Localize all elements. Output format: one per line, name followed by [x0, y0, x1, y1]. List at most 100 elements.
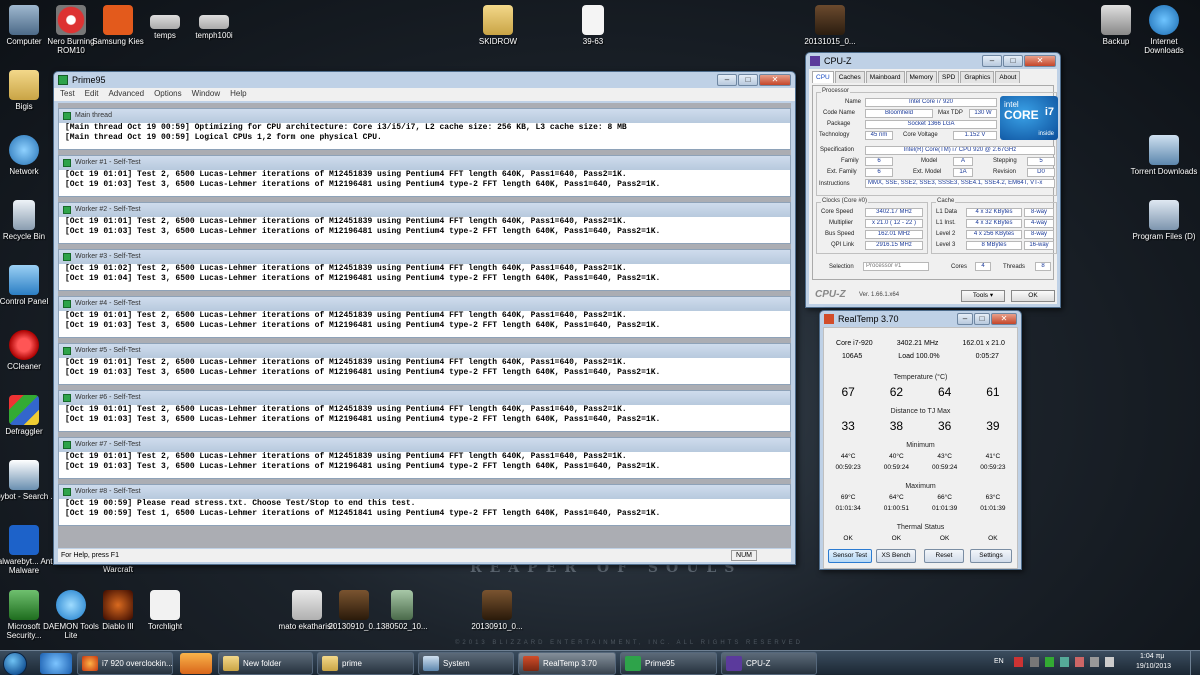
menu-help[interactable]: Help: [230, 89, 246, 100]
desktop-icon-20131015[interactable]: 20131015_0...: [796, 5, 864, 46]
prime95-window[interactable]: Prime95 – □ ✕ Test Edit Advanced Options…: [53, 71, 796, 565]
worker-3-pane[interactable]: Worker #3 - Self-Test [Oct 19 01:02] Tes…: [58, 249, 791, 291]
realtemp-icon: [824, 314, 834, 324]
taskbar-system[interactable]: System: [418, 652, 514, 675]
tray-icon[interactable]: [1075, 657, 1084, 667]
cpuz-window[interactable]: CPU-Z – □ ✕ CPU Caches Mainboard Memory …: [805, 52, 1061, 308]
menu-window[interactable]: Window: [192, 89, 220, 100]
desktop-icon-program-files[interactable]: Program Files (D): [1130, 200, 1198, 241]
desktop-icon-ccleaner[interactable]: CCleaner: [0, 330, 58, 371]
clocks-group: Clocks (Core #0) Core Speed 3402.17 MHz …: [816, 198, 928, 254]
desktop-icon-1380502[interactable]: 1380502_10...: [368, 590, 436, 631]
worker-6-pane[interactable]: Worker #6 - Self-Test [Oct 19 01:01] Tes…: [58, 390, 791, 432]
desktop-icon-defraggler[interactable]: Defraggler: [0, 395, 58, 436]
show-desktop-button[interactable]: [1190, 651, 1200, 675]
desktop-icon-temph100i[interactable]: temph100i: [180, 5, 248, 40]
desktop-icon-39-63[interactable]: 39-63: [559, 5, 627, 46]
minimize-button[interactable]: –: [717, 74, 737, 86]
desktop-icon-malwarebytes[interactable]: Malwarebyt... Anti-Malware: [0, 525, 58, 575]
maximize-button[interactable]: □: [738, 74, 758, 86]
minimize-button[interactable]: –: [982, 55, 1002, 67]
taskbar-prime-folder[interactable]: prime: [317, 652, 414, 675]
taskbar-firefox[interactable]: i7 920 overclockin...: [77, 652, 173, 675]
log-line: [Oct 19 01:03] Test 3, 6500 Lucas-Lehmer…: [65, 462, 661, 471]
threads-count: 8: [1035, 262, 1051, 271]
shield-icon: [9, 590, 39, 620]
taskbar-prime95[interactable]: Prime95: [620, 652, 717, 675]
desktop-icon-control-panel[interactable]: Control Panel: [0, 265, 58, 306]
menu-edit[interactable]: Edit: [85, 89, 99, 100]
close-button[interactable]: ✕: [991, 313, 1017, 325]
wallpaper-copyright: ©2013 BLIZZARD ENTERTAINMENT, INC. ALL R…: [455, 640, 803, 646]
desktop-icon-skidrow[interactable]: SKIDROW: [464, 5, 532, 46]
qpi-link: 2916.15 MHz: [865, 241, 923, 250]
tab-graphics[interactable]: Graphics: [960, 71, 995, 83]
menu-advanced[interactable]: Advanced: [108, 89, 144, 100]
min-temp: 44°C: [840, 453, 856, 460]
log-line: [Oct 19 01:02] Test 2, 6500 Lucas-Lehmer…: [65, 264, 627, 273]
ok-button[interactable]: OK: [1011, 290, 1055, 302]
tools-button[interactable]: Tools ▾: [961, 290, 1005, 302]
taskbar-new-folder[interactable]: New folder: [218, 652, 313, 675]
desktop-icon-bigis[interactable]: Bigis: [0, 70, 58, 111]
close-button[interactable]: ✕: [1024, 55, 1056, 67]
worker-4-pane[interactable]: Worker #4 - Self-Test [Oct 19 01:01] Tes…: [58, 296, 791, 338]
cpu-package: Socket 1366 LGA: [865, 120, 997, 129]
main-thread-pane[interactable]: Main thread [Main thread Oct 19 00:59] O…: [58, 108, 791, 150]
menu-test[interactable]: Test: [60, 89, 75, 100]
clock-time[interactable]: 1:04 πμ: [1140, 653, 1164, 660]
prime95-icon: [625, 656, 641, 671]
close-button[interactable]: ✕: [759, 74, 791, 86]
maximize-button[interactable]: □: [974, 313, 990, 325]
tray-icon[interactable]: [1030, 657, 1039, 667]
worker-1-pane[interactable]: Worker #1 - Self-Test [Oct 19 01:01] Tes…: [58, 155, 791, 197]
tray-icon[interactable]: [1060, 657, 1069, 667]
menu-options[interactable]: Options: [154, 89, 182, 100]
taskbar-cpuz[interactable]: CPU-Z: [721, 652, 817, 675]
clock-date[interactable]: 19/10/2013: [1136, 663, 1171, 670]
tab-mainboard[interactable]: Mainboard: [865, 71, 905, 83]
media-player-icon[interactable]: [180, 653, 212, 674]
realtemp-window[interactable]: RealTemp 3.70 – □ ✕ Core i7-920 3402.21 …: [819, 310, 1022, 570]
volume-icon[interactable]: [1105, 657, 1114, 667]
tab-spd[interactable]: SPD: [937, 71, 960, 83]
desktop-icon-torchlight[interactable]: Torchlight: [131, 590, 199, 631]
tab-memory[interactable]: Memory: [905, 71, 937, 83]
desktop-icon-warcraft[interactable]: Warcraft: [84, 565, 152, 574]
desktop-icon-network[interactable]: Network: [0, 135, 58, 176]
cpu-core-voltage: 1.152 V: [953, 131, 997, 140]
xs-bench-button[interactable]: XS Bench: [876, 549, 916, 563]
reset-button[interactable]: Reset: [924, 549, 964, 563]
max-temp: 64°C: [889, 494, 904, 501]
settings-button[interactable]: Settings: [970, 549, 1012, 563]
tab-caches[interactable]: Caches: [834, 71, 865, 83]
processor-selection-dropdown[interactable]: Processor #1: [863, 262, 929, 271]
tray-icon[interactable]: [1014, 657, 1023, 667]
internet-explorer-icon[interactable]: [40, 653, 72, 674]
tab-cpu[interactable]: CPU: [812, 71, 834, 83]
log-line: [Oct 19 01:03] Test 3, 6500 Lucas-Lehmer…: [65, 180, 661, 189]
worker-8-pane[interactable]: Worker #8 - Self-Test [Oct 19 00:59] Ple…: [58, 484, 791, 526]
prime95-titlebar[interactable]: Prime95 – □ ✕: [54, 72, 795, 88]
language-indicator[interactable]: EN: [994, 658, 1004, 665]
worker-icon: [63, 159, 71, 167]
maximize-button[interactable]: □: [1003, 55, 1023, 67]
minimize-button[interactable]: –: [957, 313, 973, 325]
desktop-icon-recycle-bin[interactable]: Recycle Bin: [0, 200, 58, 241]
desktop-icon-torrent-downloads[interactable]: Torrent Downloads: [1130, 135, 1198, 176]
network-icon[interactable]: [1090, 657, 1099, 667]
worker-2-pane[interactable]: Worker #2 - Self-Test [Oct 19 01:01] Tes…: [58, 202, 791, 244]
folder-icon: [9, 70, 39, 100]
worker-7-pane[interactable]: Worker #7 - Self-Test [Oct 19 01:01] Tes…: [58, 437, 791, 479]
tab-about[interactable]: About: [995, 71, 1021, 83]
desktop-icon-internet-downloads[interactable]: Internet Downloads: [1130, 5, 1198, 55]
worker-5-pane[interactable]: Worker #5 - Self-Test [Oct 19 01:01] Tes…: [58, 343, 791, 385]
sensor-test-button[interactable]: Sensor Test: [828, 549, 872, 563]
realtemp-titlebar[interactable]: RealTemp 3.70 – □ ✕: [820, 311, 1021, 327]
cpuz-titlebar[interactable]: CPU-Z – □ ✕: [806, 53, 1060, 69]
taskbar-realtemp[interactable]: RealTemp 3.70: [518, 652, 616, 675]
tray-icon[interactable]: [1045, 657, 1054, 667]
start-button[interactable]: [3, 652, 27, 675]
desktop-icon-20130910-b[interactable]: 20130910_0...: [463, 590, 531, 631]
desktop-icon-spybot[interactable]: Spybot - Search ...: [0, 460, 58, 501]
